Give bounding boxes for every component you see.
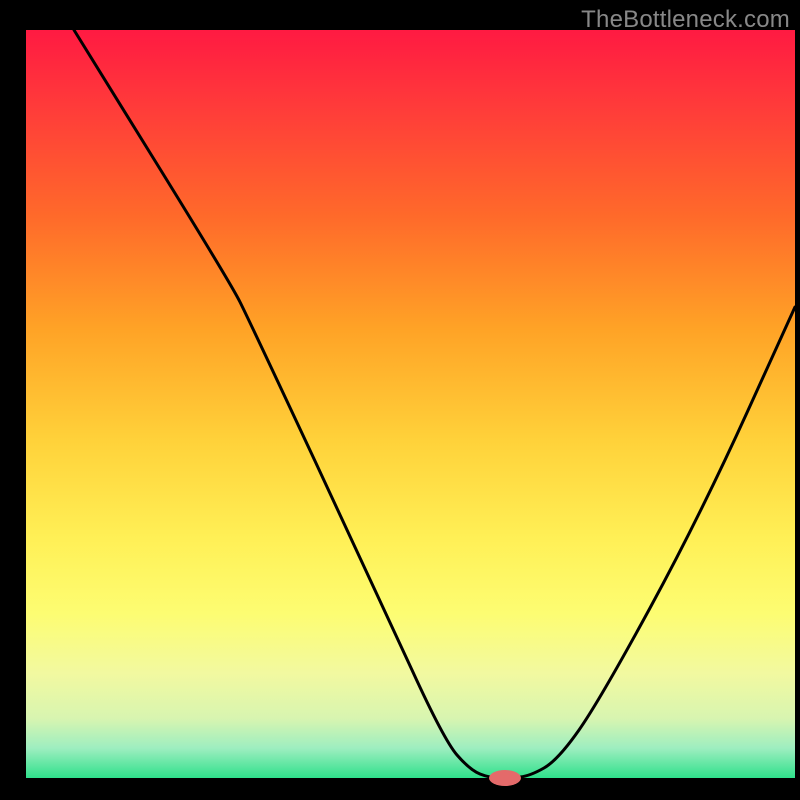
chart-svg <box>0 0 800 800</box>
watermark-text: TheBottleneck.com <box>581 6 790 34</box>
bottleneck-chart: TheBottleneck.com <box>0 0 800 800</box>
optimal-marker <box>489 770 521 786</box>
